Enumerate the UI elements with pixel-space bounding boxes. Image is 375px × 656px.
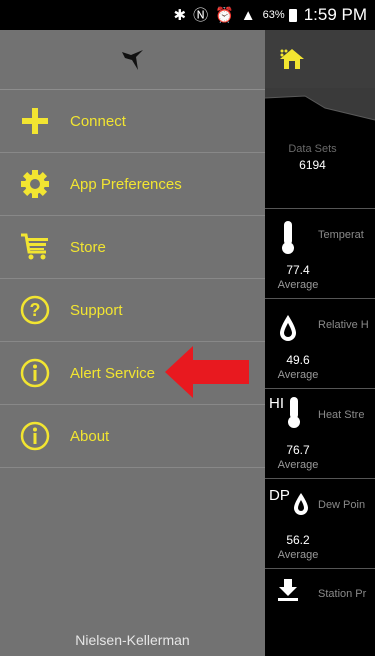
heat-index-icon: HI [269,395,302,429]
reading-row[interactable]: Station Pr [265,568,375,613]
reading-title: Relative H [318,319,369,331]
reading-row[interactable]: Temperat 77.4 Average [265,208,375,298]
reading-value: 77.4 [286,263,310,277]
cart-icon [0,233,70,261]
download-icon [278,579,298,601]
gear-icon [0,170,70,198]
menu-item-connect[interactable]: Connect [0,90,265,153]
menu-item-app-preferences[interactable]: App Preferences [0,153,265,216]
logo-bird-icon [121,49,143,70]
menu-item-label: Store [70,238,106,256]
reading-row[interactable]: DP Dew Poin 56.2 Average [265,478,375,568]
alarm-icon: ⏰ [215,6,234,24]
reading-title: Dew Poin [318,499,366,511]
drawer-header [0,30,265,90]
datasets-label: Data Sets [288,143,337,155]
status-bar: ✱ Ⓝ ⏰ ▲ 63% 1:59 PM [0,0,375,30]
heat-index-text: HI [269,395,284,412]
bluetooth-icon: ✱ [173,6,187,24]
menu-item-about[interactable]: About [0,405,265,468]
menu-item-label: App Preferences [70,175,182,193]
svg-text:?: ? [30,300,41,320]
trend-graph [264,88,375,143]
app-header [265,30,375,88]
battery-percent: 63% [262,9,285,21]
nfc-icon: Ⓝ [193,6,209,24]
battery-icon [288,8,297,22]
menu-item-label: Connect [70,112,126,130]
red-arrow-annotation [165,346,249,398]
home-icon[interactable] [279,48,305,70]
datasets-value: 6194 [299,158,326,172]
reading-row[interactable]: HI Heat Stre 76.7 Average [265,388,375,478]
reading-value: 56.2 [286,533,310,547]
menu-item-support[interactable]: ? Support [0,279,265,342]
reading-title: Station Pr [318,588,367,600]
drop-icon [280,315,296,341]
menu-item-label: Support [70,301,123,319]
reading-row[interactable]: Relative H 49.6 Average [265,298,375,388]
reading-title: Heat Stre [318,409,365,421]
menu-item-store[interactable]: Store [0,216,265,279]
menu-item-label: About [70,427,110,445]
reading-value: 76.7 [286,443,310,457]
thermometer-icon [282,221,294,254]
reading-average-label: Average [277,549,319,561]
reading-title: Temperat [318,229,364,241]
menu-item-label: Alert Service [70,364,156,382]
main-screen: Data Sets 6194 Temperat 77.4 Average Rel… [264,30,375,656]
info-icon [0,421,70,451]
reading-average-label: Average [277,369,319,381]
reading-average-label: Average [277,279,319,291]
info-icon [0,358,70,388]
signal-icon: ▲ [240,6,256,24]
navigation-drawer: Connect App Preferences Store ? Support … [0,30,265,656]
clock: 1:59 PM [303,5,367,24]
plus-icon [0,108,70,134]
dew-point-icon: DP [269,487,310,517]
dew-point-text: DP [269,487,290,504]
reading-average-label: Average [277,459,319,471]
question-icon: ? [0,295,70,325]
company-name: Nielsen-Kellerman [75,632,190,648]
reading-value: 49.6 [286,353,310,367]
